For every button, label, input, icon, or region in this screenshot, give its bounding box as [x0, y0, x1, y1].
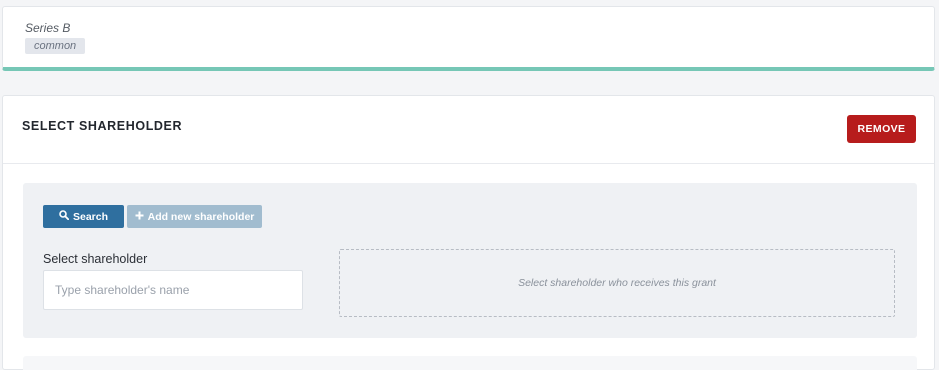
next-section-edge	[23, 356, 917, 370]
remove-button[interactable]: REMOVE	[847, 115, 916, 143]
search-icon	[59, 210, 70, 223]
panel-title: SELECT SHAREHOLDER	[22, 119, 183, 133]
share-class-badge: common	[25, 38, 86, 54]
add-new-shareholder-label: Add new shareholder	[147, 210, 255, 223]
select-shareholder-label: Select shareholder	[43, 252, 148, 266]
plus-icon	[135, 211, 144, 223]
shareholder-mode-buttons: Search Add new shareholder	[43, 205, 262, 228]
panel-header: SELECT SHAREHOLDER REMOVE	[3, 96, 934, 164]
series-name: Series B	[25, 21, 71, 35]
series-card: Series B common	[2, 6, 935, 71]
recipient-dropzone: Select shareholder who receives this gra…	[339, 249, 895, 317]
add-new-shareholder-button[interactable]: Add new shareholder	[127, 205, 262, 228]
shareholder-search-area: Search Add new shareholder Select shareh…	[23, 183, 917, 338]
shareholder-name-input[interactable]	[43, 270, 303, 310]
select-shareholder-panel: SELECT SHAREHOLDER REMOVE Search Add new…	[2, 95, 935, 370]
search-button[interactable]: Search	[43, 205, 124, 228]
recipient-hint: Select shareholder who receives this gra…	[518, 277, 716, 289]
search-button-label: Search	[72, 210, 109, 223]
